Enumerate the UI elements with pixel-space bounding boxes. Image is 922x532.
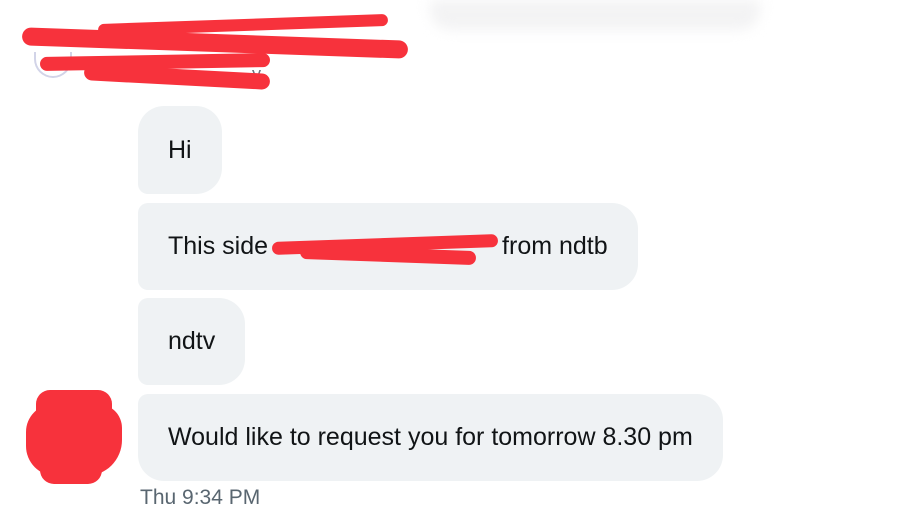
message-text: Would like to request you for tomorrow 8… (168, 423, 693, 451)
message-text: from ndtb (502, 232, 608, 260)
message-text: This side (168, 232, 269, 260)
header-background (430, 0, 760, 30)
message-text: Hi (168, 135, 192, 164)
message-bubble[interactable]: ndtv (138, 298, 246, 385)
message-text: ndtv (168, 327, 216, 355)
dm-conversation: y Hi This side from ndtb ndtv Would like… (0, 0, 922, 532)
message-timestamp: Thu 9:34 PM (140, 486, 261, 509)
redaction-mark (83, 64, 271, 90)
message-bubble[interactable]: Would like to request you for tomorrow 8… (138, 394, 723, 481)
message-bubble[interactable]: Hi (138, 106, 222, 194)
redacted-name (271, 233, 499, 265)
message-bubble[interactable]: This side from ndtb (138, 203, 638, 290)
sender-avatar[interactable] (26, 390, 122, 484)
